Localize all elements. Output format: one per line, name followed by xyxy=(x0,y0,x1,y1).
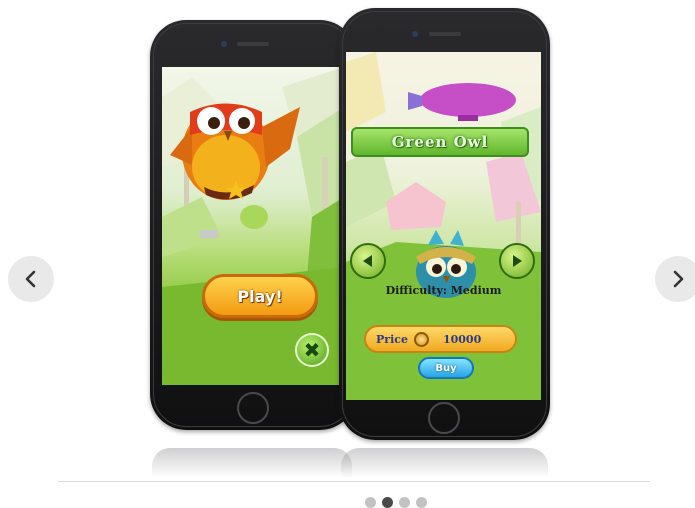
owl-name-banner: Green Owl xyxy=(351,127,529,157)
pagination-dot-1[interactable] xyxy=(365,497,376,508)
pagination-dot-2[interactable] xyxy=(382,497,393,508)
previous-owl-button[interactable] xyxy=(350,243,386,279)
owl-name-title: Green Owl xyxy=(391,133,489,151)
carousel-divider xyxy=(58,481,650,482)
buy-button-label: Buy xyxy=(435,362,457,374)
play-button-label: Play! xyxy=(237,286,283,306)
carousel-next-button[interactable] xyxy=(655,256,695,302)
triangle-left-icon xyxy=(363,255,372,267)
carousel-prev-button[interactable] xyxy=(8,256,54,302)
phone-mockup-left: Play! ✖ xyxy=(150,20,356,430)
price-bar: Price 10000 xyxy=(364,325,517,353)
triangle-right-icon xyxy=(513,255,522,267)
next-owl-button[interactable] xyxy=(499,243,535,279)
game-screen-shop: Green Owl Difficulty: Medium Price 10000… xyxy=(346,52,541,400)
chevron-right-icon xyxy=(673,270,684,288)
play-button[interactable]: Play! xyxy=(202,274,318,318)
speaker-grille xyxy=(429,32,461,36)
difficulty-label: Difficulty: Medium xyxy=(385,284,502,297)
coin-icon xyxy=(413,331,429,347)
carousel-pagination xyxy=(365,497,427,508)
pagination-dot-4[interactable] xyxy=(416,497,427,508)
camera-icon xyxy=(221,41,227,47)
close-icon: ✖ xyxy=(303,338,321,362)
pagination-dot-3[interactable] xyxy=(399,497,410,508)
phone-reflection-left xyxy=(152,448,352,478)
phone-reflection-right xyxy=(341,448,548,478)
price-value: 10000 xyxy=(442,332,482,346)
speaker-grille xyxy=(237,42,269,46)
chevron-left-icon xyxy=(25,270,36,288)
home-button xyxy=(428,402,460,434)
screenshot-carousel: Play! ✖ Green Owl Difficulty: Medium Pri… xyxy=(0,0,695,508)
close-button[interactable]: ✖ xyxy=(295,333,329,367)
camera-icon xyxy=(412,31,418,37)
game-screen-title: Play! ✖ xyxy=(162,67,344,385)
buy-button[interactable]: Buy xyxy=(418,357,474,379)
home-button xyxy=(237,392,269,424)
price-label: Price xyxy=(376,332,408,346)
phone-mockup-right: Green Owl Difficulty: Medium Price 10000… xyxy=(339,8,550,440)
